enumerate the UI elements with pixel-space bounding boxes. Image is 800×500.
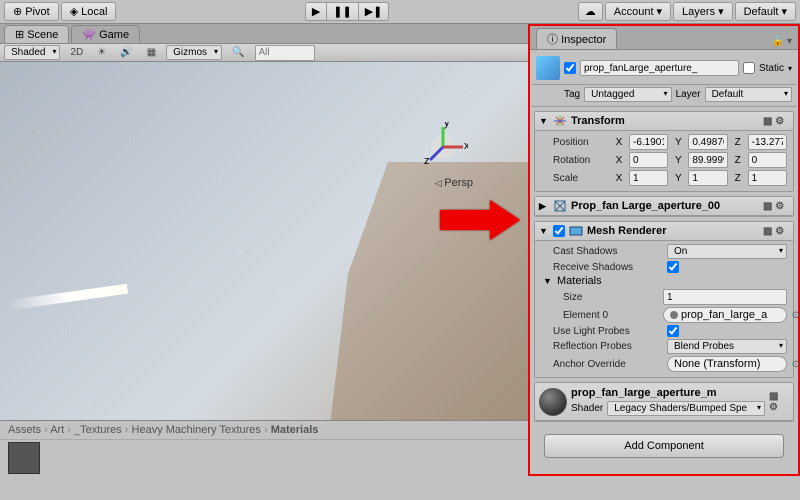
position-y[interactable] bbox=[688, 134, 727, 150]
scene-toolbar: Shaded 2D ☀ 🔊 ▦ Gizmos 🔍 bbox=[0, 44, 528, 62]
position-z[interactable] bbox=[748, 134, 787, 150]
shader-dropdown[interactable]: Legacy Shaders/Bumped Spe bbox=[607, 401, 765, 416]
audio-toggle[interactable]: 🔊 bbox=[116, 47, 136, 58]
position-label: Position bbox=[553, 137, 609, 148]
scale-y[interactable] bbox=[688, 170, 727, 186]
project-panel: AssetsArt_TexturesHeavy Machinery Textur… bbox=[0, 420, 528, 476]
static-checkbox[interactable] bbox=[743, 62, 755, 74]
component-menu-icon[interactable]: ▩ ⚙ bbox=[763, 226, 789, 237]
layer-label: Layer bbox=[676, 89, 701, 100]
light-probes-checkbox[interactable] bbox=[667, 325, 679, 337]
layer-dropdown[interactable]: Default bbox=[705, 87, 792, 102]
cloud-button[interactable]: ☁ bbox=[578, 2, 603, 21]
tag-dropdown[interactable]: Untagged bbox=[584, 87, 671, 102]
inspector-tab[interactable]: ⓘ Inspector bbox=[536, 28, 617, 49]
transform-title: Transform bbox=[571, 115, 625, 127]
transform-component: ▼ Transform ▩ ⚙ Position X Y Z Rotation … bbox=[534, 111, 794, 192]
pause-button[interactable]: ❚❚ bbox=[326, 2, 357, 21]
gizmos-dropdown[interactable]: Gizmos bbox=[166, 45, 222, 60]
receive-shadows-checkbox[interactable] bbox=[667, 261, 679, 273]
inspector-panel: ⓘ Inspector 🔒 ▾ Static ▾ Tag Untagged La… bbox=[528, 24, 800, 476]
asset-thumbnail[interactable] bbox=[8, 442, 40, 474]
position-x[interactable] bbox=[629, 134, 668, 150]
materials-size-field[interactable] bbox=[663, 289, 787, 305]
scene-tabs: ⊞ Scene 👾 Game bbox=[0, 24, 528, 44]
orientation-gizmo[interactable]: y x z bbox=[418, 122, 468, 172]
fold-icon[interactable]: ▼ bbox=[539, 116, 549, 126]
rotation-z[interactable] bbox=[748, 152, 787, 168]
material-section: prop_fan_large_aperture_m Shader Legacy … bbox=[534, 382, 794, 422]
gameobject-name-field[interactable] bbox=[580, 60, 739, 76]
shading-mode-dropdown[interactable]: Shaded bbox=[4, 45, 60, 60]
fold-icon[interactable]: ▼ bbox=[543, 276, 553, 286]
anchor-override-field[interactable]: None (Transform)⊙ bbox=[667, 356, 787, 372]
annotation-arrow bbox=[440, 200, 520, 243]
mesh-renderer-enabled[interactable] bbox=[553, 225, 565, 237]
reflection-probes-dropdown[interactable]: Blend Probes bbox=[667, 339, 787, 354]
rotation-y[interactable] bbox=[688, 152, 727, 168]
fx-toggle[interactable]: ▦ bbox=[143, 47, 160, 58]
tab-game[interactable]: 👾 Game bbox=[71, 25, 140, 43]
material-name: prop_fan_large_aperture_m bbox=[571, 387, 765, 399]
svg-text:z: z bbox=[424, 155, 430, 167]
component-menu-icon[interactable]: ▩ ⚙ bbox=[769, 391, 789, 413]
shader-label: Shader bbox=[571, 403, 603, 414]
component-menu-icon[interactable]: ▩ ⚙ bbox=[763, 116, 789, 127]
mesh-filter-component: ▶ Prop_fan Large_aperture_00 ▩ ⚙ bbox=[534, 196, 794, 217]
account-dropdown[interactable]: Account ▾ bbox=[605, 2, 671, 21]
scale-label: Scale bbox=[553, 173, 609, 184]
2d-toggle[interactable]: 2D bbox=[66, 47, 87, 58]
element0-field[interactable]: prop_fan_large_a⊙ bbox=[663, 307, 787, 323]
cast-shadows-dropdown[interactable]: On bbox=[667, 244, 787, 259]
static-label: Static bbox=[759, 63, 784, 74]
mesh-renderer-title: Mesh Renderer bbox=[587, 225, 666, 237]
play-button[interactable]: ▶ bbox=[305, 2, 326, 21]
receive-shadows-label: Receive Shadows bbox=[553, 262, 663, 273]
project-breadcrumb[interactable]: AssetsArt_TexturesHeavy Machinery Textur… bbox=[0, 421, 528, 440]
gameobject-active-checkbox[interactable] bbox=[564, 62, 576, 74]
main-toolbar: ⊕ Pivot ◈ Local ▶ ❚❚ ▶❚ ☁ Account ▾ Laye… bbox=[0, 0, 800, 24]
tab-scene[interactable]: ⊞ Scene bbox=[4, 25, 69, 43]
element0-label: Element 0 bbox=[563, 310, 659, 321]
lighting-toggle[interactable]: ☀ bbox=[93, 47, 110, 58]
svg-text:y: y bbox=[444, 122, 450, 129]
transform-icon bbox=[553, 114, 567, 128]
lock-icon[interactable]: 🔒 ▾ bbox=[766, 36, 798, 49]
mesh-renderer-component: ▼ Mesh Renderer ▩ ⚙ Cast Shadows On Rece… bbox=[534, 221, 794, 378]
local-button[interactable]: ◈ Local bbox=[61, 2, 117, 21]
fold-icon[interactable]: ▼ bbox=[539, 226, 549, 236]
scene-search[interactable] bbox=[255, 45, 315, 61]
add-component-button[interactable]: Add Component bbox=[544, 434, 784, 458]
anchor-override-label: Anchor Override bbox=[553, 359, 663, 370]
scale-x[interactable] bbox=[629, 170, 668, 186]
light-probes-label: Use Light Probes bbox=[553, 326, 663, 337]
tag-label: Tag bbox=[564, 89, 580, 100]
rotation-x[interactable] bbox=[629, 152, 668, 168]
gameobject-icon[interactable] bbox=[536, 56, 560, 80]
svg-text:x: x bbox=[464, 140, 468, 152]
layout-dropdown[interactable]: Default ▾ bbox=[735, 2, 796, 21]
cast-shadows-label: Cast Shadows bbox=[553, 246, 663, 257]
material-preview[interactable] bbox=[539, 388, 567, 416]
materials-label: Materials bbox=[557, 275, 602, 287]
scale-z[interactable] bbox=[748, 170, 787, 186]
renderer-icon bbox=[569, 224, 583, 238]
persp-label[interactable]: ◁ Persp bbox=[435, 177, 473, 189]
component-menu-icon[interactable]: ▩ ⚙ bbox=[763, 201, 789, 212]
reflection-probes-label: Reflection Probes bbox=[553, 341, 663, 352]
layers-dropdown[interactable]: Layers ▾ bbox=[673, 2, 733, 21]
step-button[interactable]: ▶❚ bbox=[358, 2, 390, 21]
mesh-icon bbox=[553, 199, 567, 213]
mesh-filter-title: Prop_fan Large_aperture_00 bbox=[571, 200, 720, 212]
materials-size-label: Size bbox=[563, 292, 659, 303]
rotation-label: Rotation bbox=[553, 155, 609, 166]
fold-icon[interactable]: ▶ bbox=[539, 201, 549, 212]
pivot-button[interactable]: ⊕ Pivot bbox=[4, 2, 59, 21]
